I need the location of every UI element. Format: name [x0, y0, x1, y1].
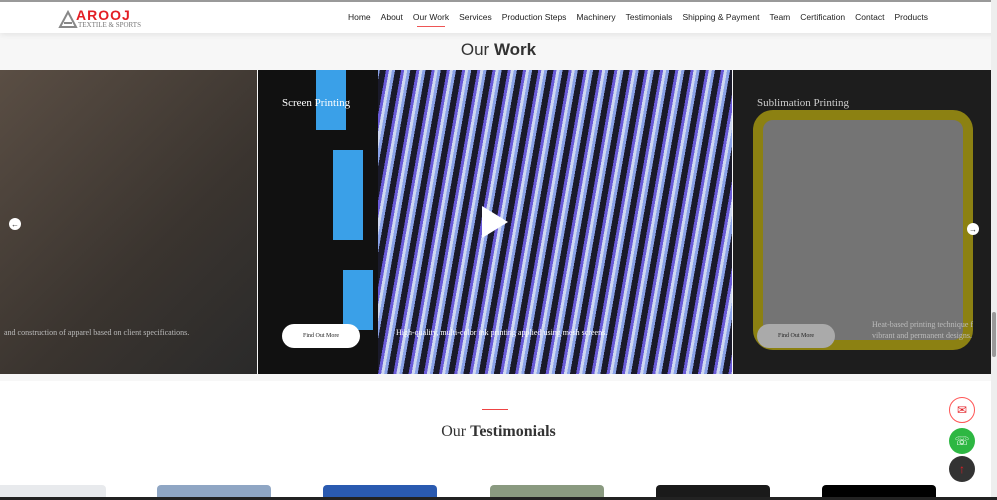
nav-machinery[interactable]: Machinery	[576, 12, 615, 22]
play-icon[interactable]	[482, 206, 508, 238]
nav-testimonials[interactable]: Testimonials	[626, 12, 673, 22]
title-bold: Testimonials	[470, 423, 556, 440]
logo-subtitle: TEXTILE & SPORTS	[78, 21, 141, 29]
nav-home[interactable]: Home	[348, 12, 371, 22]
nav-team[interactable]: Team	[769, 12, 790, 22]
slide-text: Heat-based printing technique f	[872, 320, 974, 329]
nav-services[interactable]: Services	[459, 12, 492, 22]
nav-about[interactable]: About	[381, 12, 403, 22]
next-arrow-button[interactable]: →	[967, 223, 979, 235]
nav-contact[interactable]: Contact	[855, 12, 884, 22]
divider	[482, 409, 508, 410]
logo[interactable]: AROOJ TEXTILE & SPORTS	[58, 7, 148, 30]
scrollbar-thumb[interactable]	[992, 312, 996, 357]
slide-title: Screen Printing	[282, 97, 351, 109]
find-out-more-button[interactable]: Find Out More	[282, 324, 360, 348]
arrow-up-icon: ↑	[959, 462, 965, 476]
find-out-more-button[interactable]: Find Out More	[757, 324, 835, 348]
our-work-section: Our Work and construction of apparel bas…	[0, 33, 997, 381]
nav-our-work[interactable]: Our Work	[413, 12, 449, 27]
prev-arrow-button[interactable]: ←	[9, 218, 21, 230]
nav-products[interactable]: Products	[894, 12, 928, 22]
scroll-top-button[interactable]: ↑	[949, 456, 975, 482]
section-title: Our Work	[0, 40, 997, 60]
slide-apparel[interactable]: and construction of apparel based on cli…	[0, 70, 257, 374]
email-button[interactable]: ✉	[949, 397, 975, 423]
slide-text: and construction of apparel based on cli…	[4, 328, 190, 337]
title-light: Our	[441, 423, 467, 440]
nav-production-steps[interactable]: Production Steps	[502, 12, 567, 22]
nav-certification[interactable]: Certification	[800, 12, 845, 22]
nav-menu: Home About Our Work Services Production …	[348, 12, 928, 27]
slide-graphic	[753, 110, 973, 350]
slide-text: High-quality, multi-color ink printing a…	[396, 328, 608, 337]
nav-shipping-payment[interactable]: Shipping & Payment	[682, 12, 759, 22]
title-bold: Work	[493, 40, 537, 59]
whatsapp-button[interactable]: ☏	[949, 428, 975, 454]
testimonials-title: Our Testimonials	[0, 423, 997, 441]
slide-title: Sublimation Printing	[757, 97, 849, 109]
slide-text-2: vibrant and permanent designs.	[872, 331, 972, 340]
slide-graphic	[343, 270, 373, 330]
navbar: AROOJ TEXTILE & SPORTS Home About Our Wo…	[0, 0, 997, 33]
slide-sublimation-printing[interactable]: Sublimation Printing Find Out More Heat-…	[733, 70, 997, 374]
email-icon: ✉	[956, 403, 968, 417]
scrollbar[interactable]	[991, 0, 997, 500]
title-light: Our	[460, 40, 490, 59]
slide-graphic	[333, 150, 363, 240]
slide-screen-printing[interactable]: Screen Printing Find Out More High-quali…	[258, 70, 732, 374]
whatsapp-icon: ☏	[954, 434, 970, 448]
logo-icon	[58, 9, 78, 28]
